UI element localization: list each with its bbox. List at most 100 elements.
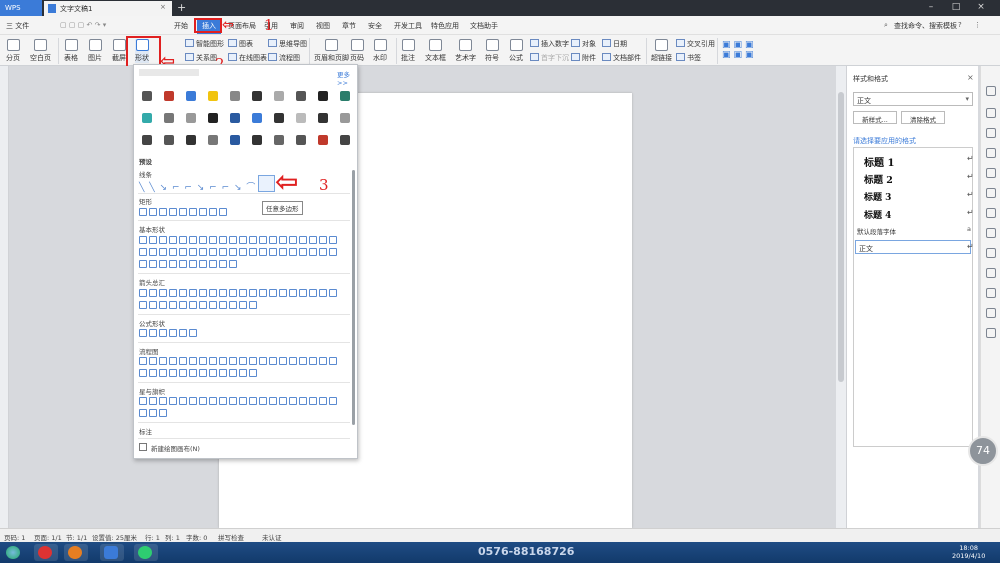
star-shapes-row-1[interactable] xyxy=(139,397,339,407)
scrollbar-thumb[interactable] xyxy=(838,92,844,382)
minimize-icon[interactable]: – xyxy=(925,2,937,14)
page-tool-icon[interactable] xyxy=(986,188,996,198)
blank-page-button[interactable]: 空白页 xyxy=(30,39,51,63)
tab-chapter[interactable]: 章节 xyxy=(342,21,356,31)
hyperlink-button[interactable]: 超链接 xyxy=(651,39,672,63)
share-tool-icon[interactable] xyxy=(986,308,996,318)
tab-special[interactable]: 特色应用 xyxy=(431,21,459,31)
formula-button[interactable]: 公式 xyxy=(509,39,523,63)
document-tab[interactable]: 文字文稿1 × xyxy=(44,1,172,16)
new-style-button[interactable]: 新样式... xyxy=(853,111,897,124)
freeform-shape-icon[interactable] xyxy=(258,175,275,192)
close-tab-icon[interactable]: × xyxy=(160,3,166,11)
smart-art-button[interactable]: 智能图形 xyxy=(185,39,224,49)
style-heading-1[interactable]: 标题 1 xyxy=(864,154,894,169)
more-link[interactable]: 更多 >> xyxy=(337,69,357,87)
arrow-shapes-row-1[interactable] xyxy=(139,289,339,299)
cross-reference-button[interactable]: 交叉引用 xyxy=(676,39,715,49)
table-button[interactable]: 表格 xyxy=(64,39,78,63)
style-normal[interactable]: 正文 xyxy=(855,240,971,254)
mind-map-button[interactable]: 思维导图 xyxy=(268,39,307,49)
style-heading-2[interactable]: 标题 2 xyxy=(864,172,893,186)
select-tool-icon[interactable] xyxy=(986,108,996,118)
taskbar-clock[interactable]: 18:08 2019/4/10 xyxy=(952,544,985,560)
bookmark-button[interactable]: 书签 xyxy=(676,53,701,63)
taskbar-media-icon[interactable] xyxy=(64,544,88,561)
command-search[interactable]: 查找命令、搜索模板 xyxy=(894,21,957,31)
screenshot-button[interactable]: 截屏 xyxy=(112,39,126,63)
new-canvas-item[interactable]: 新建绘图画布(N) xyxy=(151,443,200,453)
tab-home[interactable]: 开始 xyxy=(174,21,188,31)
shape-tool-icon[interactable] xyxy=(986,128,996,138)
attachment-button[interactable]: 附件 xyxy=(571,53,596,63)
textbox-button[interactable]: 文本框 xyxy=(425,39,446,63)
object-button[interactable]: 对象 xyxy=(571,39,596,49)
doc-parts-button[interactable]: 文档部件 xyxy=(602,53,641,63)
date-button[interactable]: 日期 xyxy=(602,39,627,49)
help-icon[interactable]: ? xyxy=(958,21,962,29)
page-break-button[interactable]: 分页 xyxy=(6,39,20,63)
taskbar-browser-icon[interactable] xyxy=(34,544,58,561)
picture-button[interactable]: 图片 xyxy=(88,39,102,63)
style-heading-4[interactable]: 标题 4 xyxy=(864,208,891,221)
panel-scrollbar[interactable] xyxy=(352,170,355,425)
watermark-button[interactable]: 水印 xyxy=(373,39,387,63)
image-tool-icon[interactable] xyxy=(986,328,996,338)
basic-shapes-row-1[interactable] xyxy=(139,236,339,246)
close-pane-icon[interactable]: × xyxy=(967,73,974,82)
taskbar-wps-icon[interactable] xyxy=(100,544,124,561)
certification-status[interactable]: 未认证 xyxy=(262,532,282,542)
page-number-button[interactable]: 页码 xyxy=(350,39,364,63)
chart-button[interactable]: 图表 xyxy=(228,39,253,49)
style-heading-3[interactable]: 标题 3 xyxy=(864,190,891,203)
close-window-icon[interactable]: × xyxy=(975,2,987,14)
edit-tool-icon[interactable] xyxy=(986,208,996,218)
layout-icons[interactable]: ▣▣▣ ▣▣▣ xyxy=(722,40,757,60)
equation-shapes-row[interactable] xyxy=(139,329,199,339)
spell-check-toggle[interactable]: 拼写检查 xyxy=(218,532,244,542)
new-tab-button[interactable]: + xyxy=(177,1,186,14)
rectangle-shapes-row[interactable] xyxy=(139,208,229,218)
zoom-level-badge[interactable]: 74 xyxy=(968,436,998,466)
online-chart-button[interactable]: 在线图表 xyxy=(228,53,267,63)
annotation-arrow-3: ⇦ xyxy=(275,165,299,198)
history-tool-icon[interactable] xyxy=(986,288,996,298)
arrow-shapes-row-2[interactable] xyxy=(139,301,259,311)
section-lines: 线条 xyxy=(139,171,152,179)
more-icon[interactable]: ⋮ xyxy=(974,21,981,29)
wordart-button[interactable]: 艺术字 xyxy=(455,39,476,63)
flowchart-button[interactable]: 流程图 xyxy=(268,53,300,63)
backup-tool-icon[interactable] xyxy=(986,268,996,278)
tab-doc-assistant[interactable]: 文档助手 xyxy=(470,21,498,31)
line-shapes-row[interactable]: ╲ ╲ ↘ ⌐ ⌐ ↘ ⌐ ⌐ ↘ ⌒ xyxy=(139,180,256,193)
drop-cap-button[interactable]: 首字下沉 xyxy=(530,53,569,63)
flowchart-shapes-row-2[interactable] xyxy=(139,369,259,379)
comment-button[interactable]: 批注 xyxy=(401,39,415,63)
tab-security[interactable]: 安全 xyxy=(368,21,382,31)
translate-tool-icon[interactable] xyxy=(986,228,996,238)
gallery-tool-icon[interactable] xyxy=(986,148,996,158)
nav-tool-icon[interactable] xyxy=(986,168,996,178)
style-default-font[interactable]: 默认段落字体 xyxy=(857,226,896,236)
tab-view[interactable]: 视图 xyxy=(316,21,330,31)
taskbar-wechat-icon[interactable] xyxy=(134,544,158,561)
styles-tool-icon[interactable] xyxy=(986,86,996,96)
file-menu[interactable]: 三 文件 xyxy=(6,21,29,31)
star-shapes-row-2[interactable] xyxy=(139,409,169,419)
header-footer-button[interactable]: 页眉和页脚 xyxy=(314,39,349,63)
basic-shapes-row-3[interactable] xyxy=(139,260,239,270)
start-button[interactable] xyxy=(2,544,26,561)
insert-number-button[interactable]: 插入数字 xyxy=(530,39,569,49)
maximize-icon[interactable]: □ xyxy=(950,2,962,14)
help-tool-icon[interactable] xyxy=(986,248,996,258)
flowchart-shapes-row-1[interactable] xyxy=(139,357,339,367)
current-style-select[interactable]: 正文 ▾ xyxy=(853,92,973,106)
quick-access-icons[interactable]: ▢ ▢ ▢ ↶ ↷ ▾ xyxy=(60,21,106,29)
relation-chart-button[interactable]: 关系图 xyxy=(185,53,217,63)
clear-format-button[interactable]: 清除格式 xyxy=(901,111,945,124)
tab-review[interactable]: 审阅 xyxy=(290,21,304,31)
wps-app-tab[interactable]: WPS xyxy=(0,0,42,16)
symbol-button[interactable]: 符号 xyxy=(485,39,499,63)
tab-developer[interactable]: 开发工具 xyxy=(394,21,422,31)
basic-shapes-row-2[interactable] xyxy=(139,248,339,258)
